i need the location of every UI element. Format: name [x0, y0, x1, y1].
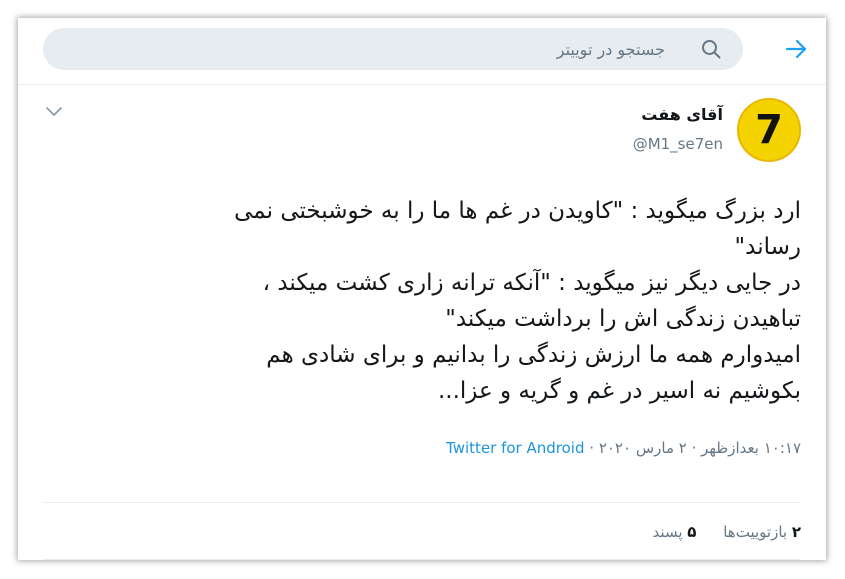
search-icon[interactable]	[701, 39, 721, 59]
tweet-text-line: امیدوارم همه ما ارزش زندگی را بدانیم و ب…	[266, 342, 801, 368]
likes-stat[interactable]: ۵ پسند	[653, 523, 697, 541]
header	[18, 18, 826, 85]
likes-count: ۵	[687, 523, 697, 541]
tweet-text-line: بکوشیم نه اسیر در غم و گریه و عزا...	[437, 378, 801, 404]
search-input[interactable]	[105, 28, 665, 70]
chevron-down-icon[interactable]	[44, 105, 64, 119]
tweet-window: 7 آقای هفت @M1_se7en ارد بزرگ میگوید : "…	[18, 18, 826, 560]
display-name[interactable]: آقای هفت	[641, 105, 723, 124]
divider	[43, 559, 801, 560]
retweets-count: ۲	[791, 523, 801, 541]
retweets-stat[interactable]: ۲ بازتوییت‌ها	[723, 523, 801, 541]
tweet-text-line: در جایی دیگر نیز میگوید : "آنکه ترانه زا…	[262, 270, 801, 296]
retweets-label: بازتوییت‌ها	[723, 523, 788, 541]
search-box[interactable]	[43, 28, 743, 70]
tweet-text-line: ارد بزرگ میگوید : "کاویدن در غم ها ما را…	[234, 198, 801, 224]
tweet-meta: ۱۰:۱۷ بعدازظهر · ۲ مارس ۲۰۲۰ · Twitter f…	[446, 439, 801, 457]
meta-separator: ·	[589, 439, 595, 457]
avatar-text: 7	[755, 107, 783, 153]
tweet-text-line: رساند"	[734, 234, 801, 260]
tweet-stats: ۲ بازتوییت‌ها ۵ پسند	[631, 523, 801, 541]
user-handle[interactable]: @M1_se7en	[633, 135, 723, 153]
tweet-timestamp[interactable]: ۱۰:۱۷ بعدازظهر · ۲ مارس ۲۰۲۰	[599, 439, 801, 457]
tweet-source-link[interactable]: Twitter for Android	[446, 439, 584, 457]
arrow-right-icon[interactable]	[784, 37, 808, 61]
likes-label: پسند	[652, 523, 683, 541]
avatar[interactable]: 7	[737, 98, 801, 162]
tweet: 7 آقای هفت @M1_se7en ارد بزرگ میگوید : "…	[18, 85, 826, 560]
tweet-text-line: تباهیدن زندگی اش را برداشت میکند"	[445, 306, 801, 332]
tweet-text: ارد بزرگ میگوید : "کاویدن در غم ها ما را…	[41, 193, 801, 409]
divider	[43, 502, 801, 503]
